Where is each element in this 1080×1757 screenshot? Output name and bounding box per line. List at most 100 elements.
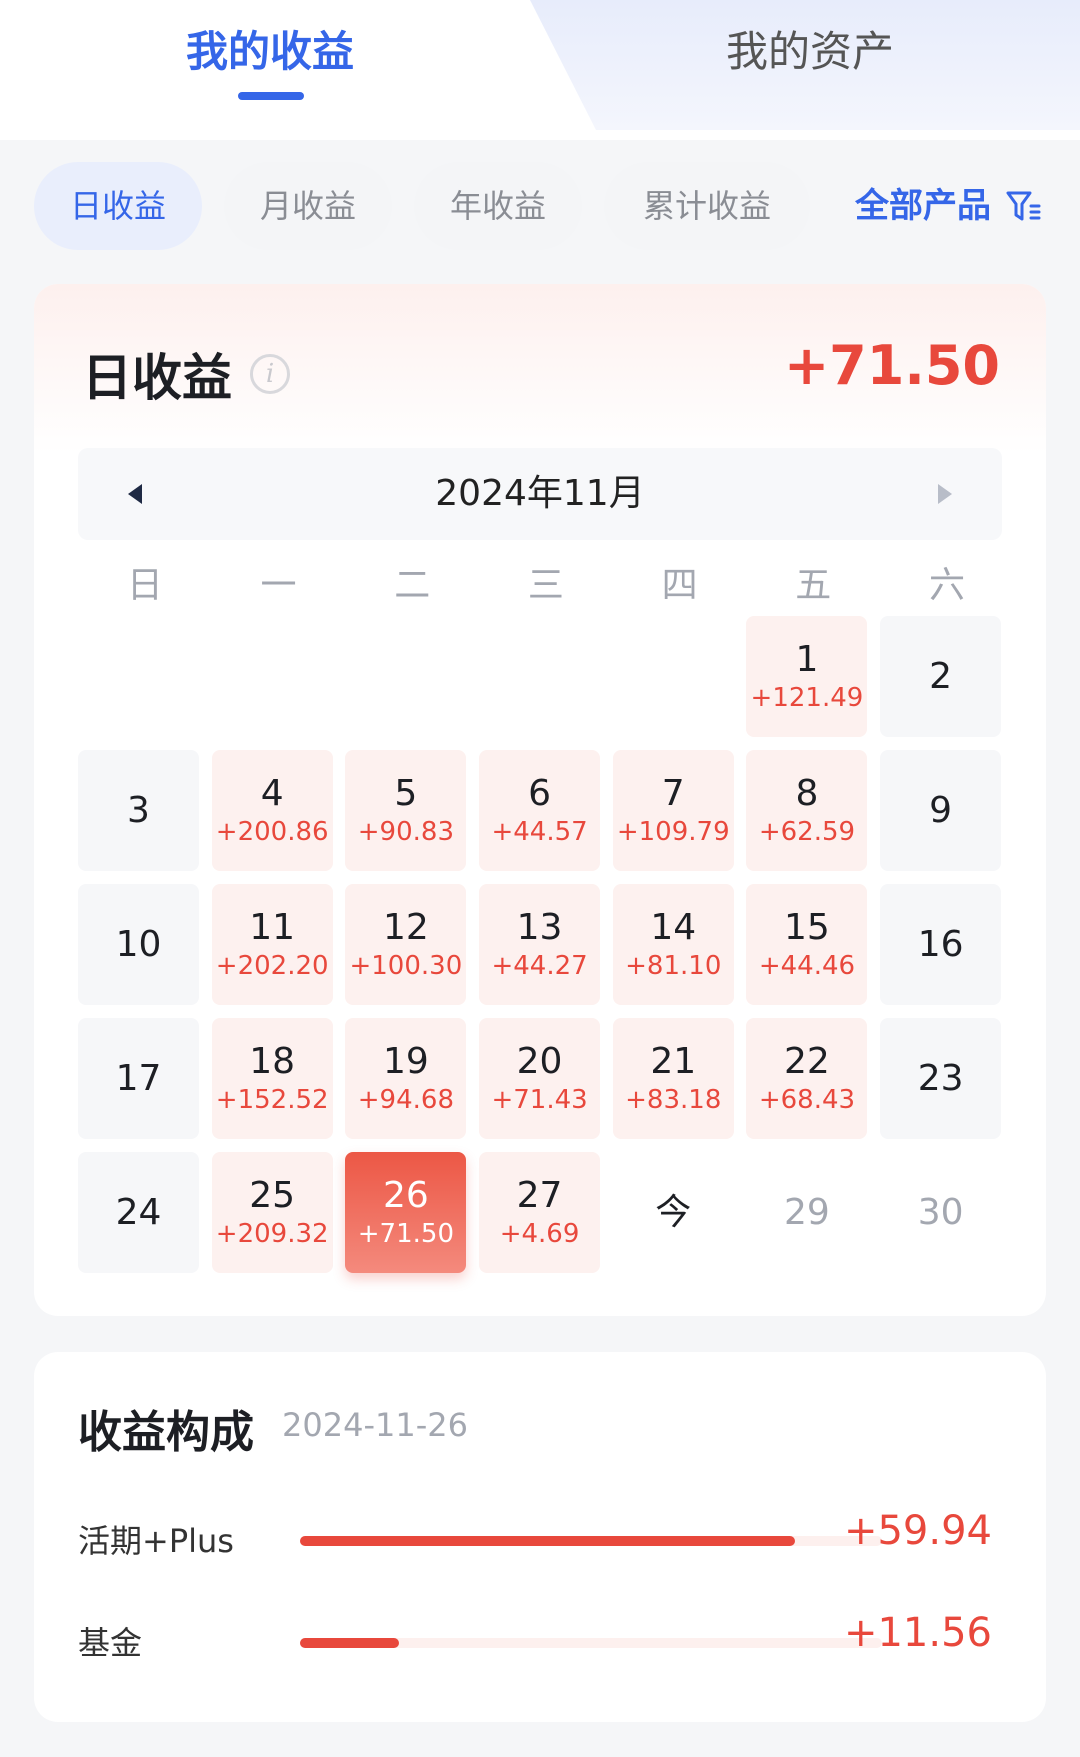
- calendar-day-number: 7: [661, 772, 685, 814]
- calendar-day-earning: +4.69: [499, 1218, 580, 1249]
- tab-my-assets[interactable]: 我的资产: [670, 22, 950, 82]
- calendar-day-number: 11: [249, 906, 296, 948]
- calendar-day[interactable]: 21 +83.18: [612, 1018, 734, 1139]
- calendar-day-number: 29: [784, 1191, 830, 1233]
- calendar-day-number: 22: [784, 1040, 830, 1082]
- next-month-arrow-icon[interactable]: [938, 484, 952, 504]
- calendar-empty-cell: [613, 616, 734, 737]
- calendar-empty-cell: [479, 616, 600, 737]
- calendar-day[interactable]: 19 +94.68: [345, 1018, 467, 1139]
- calendar-day[interactable]: 1 +121.49: [746, 616, 868, 737]
- weekday-wed: 三: [527, 565, 564, 606]
- calendar-day-number: 4: [260, 772, 284, 814]
- calendar-day-number: 16: [917, 923, 964, 965]
- composition-label: 活期+Plus: [78, 1522, 234, 1560]
- calendar-day-today[interactable]: 今: [613, 1152, 734, 1273]
- filter-icon: [1005, 188, 1041, 224]
- calendar-day-selected[interactable]: 26 +71.50: [345, 1152, 467, 1273]
- calendar-day-earning: +94.68: [357, 1084, 454, 1115]
- calendar-day[interactable]: 18 +152.52: [211, 1018, 333, 1139]
- calendar-day-number: 20: [516, 1040, 563, 1082]
- calendar-day-earning: +202.20: [215, 950, 329, 981]
- calendar-day[interactable]: 7 +109.79: [612, 750, 734, 871]
- calendar-day[interactable]: 17: [78, 1018, 199, 1139]
- composition-bar-fill: [300, 1638, 399, 1648]
- weekday-thu: 四: [661, 565, 698, 606]
- calendar-day-number: 5: [394, 772, 418, 814]
- all-products-filter[interactable]: 全部产品: [855, 162, 1041, 250]
- calendar-day-number: 18: [249, 1040, 296, 1082]
- calendar-day-earning: +100.30: [349, 950, 463, 981]
- calendar-day-earning: +71.43: [491, 1084, 588, 1115]
- calendar-day[interactable]: 25 +209.32: [211, 1152, 333, 1273]
- month-label: 2024年11月: [435, 473, 645, 514]
- chip-monthly-earnings[interactable]: 月收益: [224, 162, 392, 250]
- calendar-day[interactable]: 16: [880, 884, 1002, 1005]
- calendar-day-number: 9: [929, 789, 953, 831]
- weekday-header: 日 一 二 三 四 五 六: [78, 556, 1014, 616]
- tab-my-earnings[interactable]: 我的收益: [130, 22, 410, 82]
- calendar-day[interactable]: 5 +90.83: [345, 750, 467, 871]
- composition-title: 收益构成: [78, 1407, 254, 1458]
- calendar-day[interactable]: 10: [78, 884, 199, 1005]
- calendar-day[interactable]: 29: [746, 1152, 867, 1273]
- calendar-day-number: 2: [929, 655, 953, 697]
- calendar-day[interactable]: 4 +200.86: [211, 750, 333, 871]
- calendar-day-number: 19: [382, 1040, 429, 1082]
- calendar-day-earning: +109.79: [616, 816, 730, 847]
- chip-yearly-earnings[interactable]: 年收益: [414, 162, 582, 250]
- calendar-day[interactable]: 9: [880, 750, 1002, 871]
- active-tab-indicator: [238, 92, 304, 100]
- calendar-day[interactable]: 14 +81.10: [612, 884, 734, 1005]
- calendar-day-earning: +44.27: [491, 950, 588, 981]
- calendar-empty-cell: [78, 616, 199, 737]
- info-icon[interactable]: i: [250, 354, 290, 394]
- calendar-day[interactable]: 22 +68.43: [746, 1018, 868, 1139]
- card-title-text: 日收益: [82, 349, 232, 407]
- composition-amount: +59.94: [843, 1508, 992, 1554]
- calendar-day-number: 24: [115, 1191, 162, 1233]
- calendar-day[interactable]: 15 +44.46: [746, 884, 868, 1005]
- chip-daily-earnings[interactable]: 日收益: [34, 162, 202, 250]
- chip-cumulative-earnings[interactable]: 累计收益: [604, 162, 810, 250]
- composition-row-fund[interactable]: 基金 +11.56: [78, 1610, 1038, 1670]
- composition-amount: +11.56: [843, 1610, 992, 1656]
- month-navigator: 2024年11月: [78, 448, 1002, 540]
- daily-total-amount: +71.50: [783, 334, 1000, 397]
- calendar-day[interactable]: 6 +44.57: [479, 750, 601, 871]
- calendar-day-number: 15: [784, 906, 830, 948]
- calendar-day[interactable]: 2: [880, 616, 1002, 737]
- calendar-day[interactable]: 3: [78, 750, 199, 871]
- calendar-day-earning: +44.46: [758, 950, 856, 981]
- weekday-sat: 六: [928, 565, 965, 606]
- calendar-day[interactable]: 24: [78, 1152, 199, 1273]
- filter-chip-bar: 日收益 月收益 年收益 累计收益 全部产品: [0, 162, 1080, 250]
- composition-bar-track: [300, 1536, 882, 1546]
- calendar-empty-cell: [345, 616, 466, 737]
- composition-bar-track: [300, 1638, 882, 1648]
- calendar-day-number: 27: [516, 1174, 563, 1216]
- calendar-day[interactable]: 13 +44.27: [479, 884, 601, 1005]
- calendar-day-number: 26: [382, 1174, 429, 1216]
- top-tab-bar: 我的收益 我的资产: [0, 0, 1080, 140]
- calendar-day[interactable]: 30: [880, 1152, 1001, 1273]
- calendar-day[interactable]: 20 +71.43: [479, 1018, 601, 1139]
- all-products-label: 全部产品: [855, 186, 991, 226]
- calendar-day[interactable]: 27 +4.69: [479, 1152, 601, 1273]
- calendar-day-earning: +90.83: [357, 816, 454, 847]
- calendar-day[interactable]: 8 +62.59: [746, 750, 868, 871]
- calendar-day-number: 10: [115, 923, 162, 965]
- calendar-day[interactable]: 23: [880, 1018, 1002, 1139]
- calendar-day-number: 17: [115, 1057, 162, 1099]
- calendar-day-number: 12: [382, 906, 429, 948]
- calendar-day[interactable]: 11 +202.20: [211, 884, 333, 1005]
- calendar-day-earning: +152.52: [215, 1084, 329, 1115]
- composition-date: 2024-11-26: [282, 1406, 468, 1444]
- calendar-day[interactable]: 12 +100.30: [345, 884, 467, 1005]
- calendar-day-number: 25: [249, 1174, 296, 1216]
- daily-earnings-card: 日收益 i +71.50 2024年11月 日 一 二 三 四 五 六 1 +12…: [34, 284, 1046, 1316]
- composition-row-current-plus[interactable]: 活期+Plus +59.94: [78, 1508, 1038, 1568]
- calendar-day-earning: +44.57: [491, 816, 588, 847]
- calendar-day-earning: +81.10: [625, 950, 722, 981]
- calendar-day-number: 14: [650, 906, 697, 948]
